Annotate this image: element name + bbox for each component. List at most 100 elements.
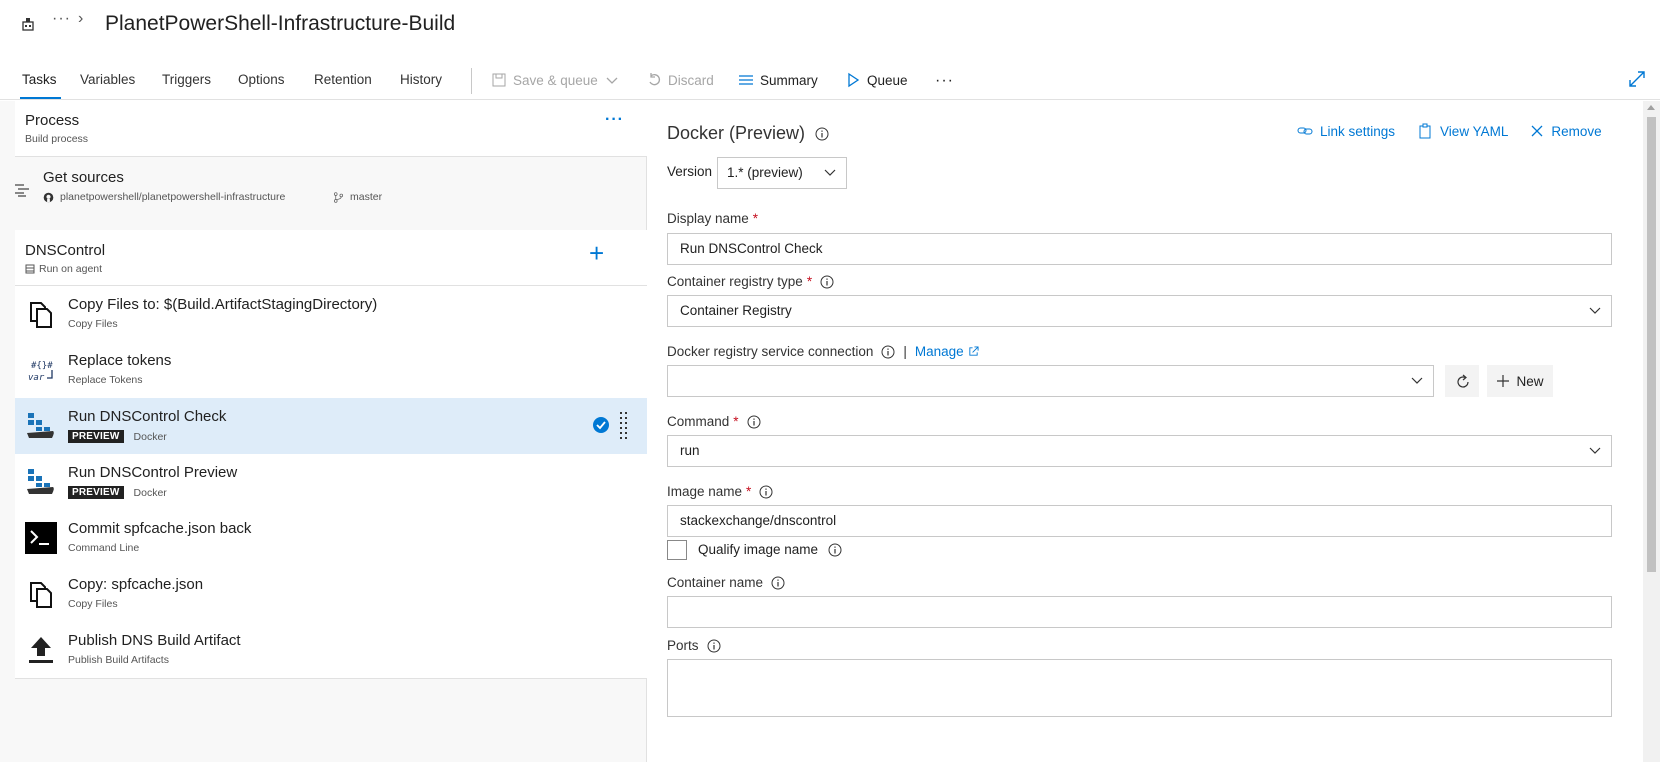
discard-label: Discard [668,72,714,88]
command-dropdown[interactable]: run [667,435,1612,467]
chevron-down-icon [606,77,618,84]
undo-icon [649,73,660,86]
discard-button[interactable]: Discard [646,72,714,88]
scrollbar-thumb[interactable] [1647,117,1656,572]
task-item[interactable]: Commit spfcache.json back Command Line [15,510,647,566]
agent-job-node[interactable]: DNSControl Run on agent + [15,230,647,286]
clipboard-icon [1419,123,1431,139]
docker-icon [27,413,54,438]
docker-icon [27,469,54,494]
task-item[interactable]: Run DNSControl Preview PREVIEW Docker [15,454,647,510]
info-icon[interactable] [771,576,785,590]
task-title: Copy Files to: $(Build.ArtifactStagingDi… [68,296,378,313]
info-icon[interactable] [707,639,721,653]
refresh-button[interactable] [1445,365,1479,397]
info-icon[interactable] [820,275,834,289]
info-icon[interactable] [815,127,829,141]
qualify-image-checkbox[interactable] [667,540,687,560]
info-icon[interactable] [747,415,761,429]
chevron-down-icon [1589,447,1601,454]
process-title: Process [25,112,80,129]
ports-label: Ports [667,638,721,653]
task-subtitle: Copy Files [68,598,118,610]
replace-tokens-icon: #{}# var [28,361,53,383]
task-item-selected[interactable]: Run DNSControl Check PREVIEW Docker [15,398,647,454]
task-item[interactable]: Copy: spfcache.json Copy Files [15,566,647,622]
enabled-check-icon[interactable] [592,416,610,434]
task-title: Run DNSControl Check [68,408,227,425]
more-actions-icon[interactable]: ··· [935,72,954,90]
command-value: run [680,443,700,458]
chevron-down-icon [1589,307,1601,314]
agent-job-title: DNSControl [25,242,106,259]
summary-label: Summary [760,72,818,88]
tab-retention[interactable]: Retention [314,72,372,87]
registry-type-dropdown[interactable]: Container Registry [667,295,1612,327]
get-sources-node[interactable]: Get sources planetpowershell/planetpower… [0,158,647,230]
tab-tasks[interactable]: Tasks [20,72,60,99]
drag-handle-icon[interactable] [620,412,628,440]
task-subtitle: Docker [133,486,167,499]
task-title: Run DNSControl Preview [68,464,238,481]
publish-artifact-icon [29,637,53,663]
service-connection-label: Docker registry service connection | Man… [667,344,979,359]
tab-variables[interactable]: Variables [80,72,135,87]
save-queue-label: Save & queue [513,72,598,88]
task-item[interactable]: Publish DNS Build Artifact Publish Build… [15,622,647,678]
container-name-label-text: Container name [667,575,764,590]
view-yaml-label: View YAML [1440,123,1509,139]
build-pipeline-icon[interactable] [20,16,36,32]
external-link-icon [969,346,979,356]
get-sources-title: Get sources [43,169,124,186]
image-name-input[interactable]: stackexchange/dnscontrol [667,505,1612,537]
process-node[interactable]: Process Build process ··· [15,101,647,157]
queue-button[interactable]: Queue [845,72,908,88]
info-icon[interactable] [881,345,895,359]
version-value: 1.* (preview) [727,165,803,180]
page-title: PlanetPowerShell-Infrastructure-Build [105,12,456,35]
scroll-up-icon[interactable] [1647,105,1655,110]
view-yaml-button[interactable]: View YAML [1417,123,1508,139]
new-button-label: New [1516,373,1544,389]
preview-badge: PREVIEW [68,486,124,499]
summary-button[interactable]: Summary [738,72,818,88]
plus-icon [1497,375,1510,387]
tab-history[interactable]: History [400,72,442,87]
detail-scrollbar[interactable] [1643,101,1660,762]
manage-link[interactable]: Manage [915,344,979,359]
required-marker: * [806,274,813,289]
refresh-icon [1457,374,1469,388]
task-detail-actions: Link settings View YAML Remove [1297,123,1602,139]
branch-name: master [350,191,383,203]
required-marker: * [746,484,752,499]
info-icon[interactable] [828,543,842,557]
tab-triggers[interactable]: Triggers [162,72,211,87]
display-name-label: Display name * [667,211,758,226]
info-icon[interactable] [759,485,773,499]
new-connection-button[interactable]: New [1487,365,1553,397]
registry-type-label: Container registry type * [667,274,834,289]
display-name-input[interactable]: Run DNSControl Check [667,233,1612,265]
version-dropdown[interactable]: 1.* (preview) [717,157,847,189]
fullscreen-icon[interactable] [1628,70,1646,88]
save-queue-button[interactable]: Save & queue [491,72,620,88]
remove-button[interactable]: Remove [1530,123,1602,139]
task-subtitle: Publish Build Artifacts [68,654,169,666]
breadcrumb-overflow-icon[interactable]: ··· [52,10,71,28]
tab-options[interactable]: Options [238,72,285,87]
manage-link-text: Manage [914,344,964,359]
task-item[interactable]: #{}# var Replace tokens Replace Tokens [15,342,647,398]
process-more-icon[interactable]: ··· [605,111,624,129]
task-detail-pane: Docker (Preview) Link settings View YAML… [648,101,1660,762]
chevron-down-icon [1411,377,1423,384]
task-item[interactable]: Copy Files to: $(Build.ArtifactStagingDi… [15,286,647,342]
task-subtitle: Replace Tokens [68,374,143,386]
toolbar-divider [471,68,472,94]
service-connection-dropdown[interactable] [667,365,1434,397]
task-subtitle: Command Line [68,542,140,554]
command-label: Command * [667,414,761,429]
link-settings-button[interactable]: Link settings [1297,123,1395,139]
ports-textarea[interactable] [667,659,1612,717]
container-name-input[interactable] [667,596,1612,628]
add-task-icon[interactable]: + [589,240,604,266]
